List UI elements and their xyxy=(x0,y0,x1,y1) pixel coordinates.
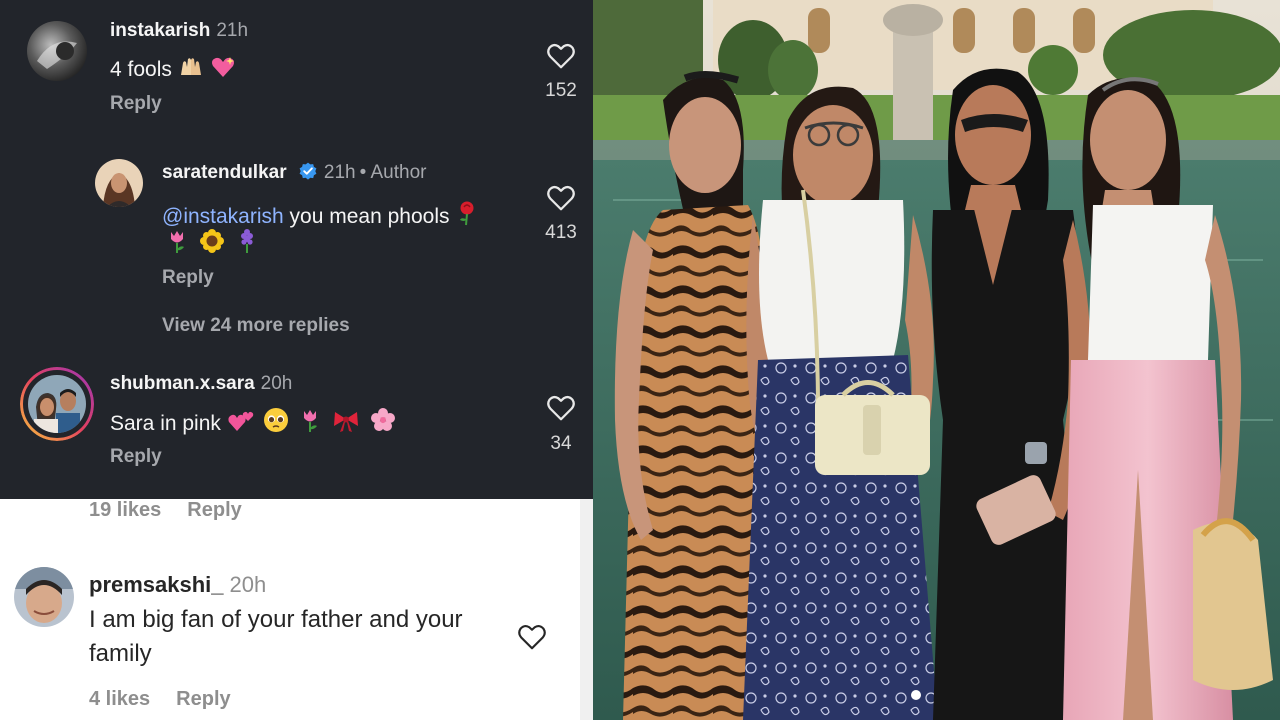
comments-panel-light: 19 likes Reply premsakshi_ 20h I am big fa… xyxy=(0,499,580,720)
avatar[interactable] xyxy=(20,367,94,441)
comment-username[interactable]: saratendulkar 21h • Author xyxy=(162,161,426,184)
mention-link[interactable]: @instakarish xyxy=(162,205,284,228)
like-count: 34 xyxy=(550,433,572,454)
comment-text: 4 fools xyxy=(110,55,236,82)
view-more-replies-button[interactable]: View 24 more replies xyxy=(162,315,350,337)
tulip-emoji-icon xyxy=(304,410,318,432)
ribbon-emoji-icon xyxy=(334,412,359,432)
two-hearts-emoji-icon xyxy=(228,411,253,431)
heart-icon[interactable] xyxy=(546,394,576,422)
avatar[interactable] xyxy=(14,567,74,627)
like-count[interactable]: 4 likes xyxy=(89,688,150,710)
screenshot-frame: instakarish 21h 4 fools Reply 152 saraten… xyxy=(0,0,1280,720)
comment-time: 20h xyxy=(260,373,293,394)
tulip-emoji-icon xyxy=(171,231,184,253)
like-count[interactable]: 19 likes xyxy=(89,499,161,521)
heart-icon[interactable] xyxy=(546,42,576,70)
heart-icon[interactable] xyxy=(546,184,576,212)
reply-button[interactable]: Reply xyxy=(110,446,162,468)
pleading-face-emoji-icon xyxy=(263,408,288,432)
comment-time: 21h xyxy=(216,20,249,41)
like-count: 152 xyxy=(545,80,577,101)
comment-text: I am big fan of your father and your fam… xyxy=(89,606,463,667)
comment-username[interactable]: instakarish 21h xyxy=(110,20,248,42)
previous-comment-meta: 19 likes Reply xyxy=(89,499,268,522)
panel-divider xyxy=(580,499,593,720)
reply-button[interactable]: Reply xyxy=(162,267,214,289)
cherry-blossom-emoji-icon xyxy=(371,408,396,431)
comment-text: Sara in pink xyxy=(110,407,396,436)
photo-illustration xyxy=(593,0,1280,720)
reply-button[interactable]: Reply xyxy=(110,93,162,115)
comment-username[interactable]: premsakshi_ 20h xyxy=(89,572,266,598)
comment-text: @instakarish you mean phools xyxy=(162,200,479,229)
comment-username[interactable]: shubman.x.sara 20h xyxy=(110,373,292,395)
rose-emoji-icon xyxy=(460,201,474,226)
sunflower-emoji-icon xyxy=(199,229,224,253)
hyacinth-emoji-icon xyxy=(240,229,253,253)
verified-badge-icon xyxy=(299,162,317,180)
sparkling-heart-emoji-icon xyxy=(211,57,234,77)
heart-icon[interactable] xyxy=(517,623,547,651)
reply-button[interactable]: Reply xyxy=(187,499,241,521)
reply-button[interactable]: Reply xyxy=(176,688,230,710)
comment-time: 21h xyxy=(323,162,356,183)
comment-emoji-row xyxy=(165,228,259,257)
avatar[interactable] xyxy=(95,159,143,207)
avatar[interactable] xyxy=(27,21,87,81)
carousel-dot-icon[interactable] xyxy=(911,690,921,700)
author-tag: • Author xyxy=(359,162,427,183)
comment-time: 20h xyxy=(229,572,267,597)
like-count: 413 xyxy=(545,222,577,243)
comments-panel-dark: instakarish 21h 4 fools Reply 152 saraten… xyxy=(0,0,593,499)
comment-meta: 4 likes Reply xyxy=(89,688,257,711)
post-photo[interactable] xyxy=(593,0,1280,720)
raised-hands-emoji-icon xyxy=(180,58,201,75)
